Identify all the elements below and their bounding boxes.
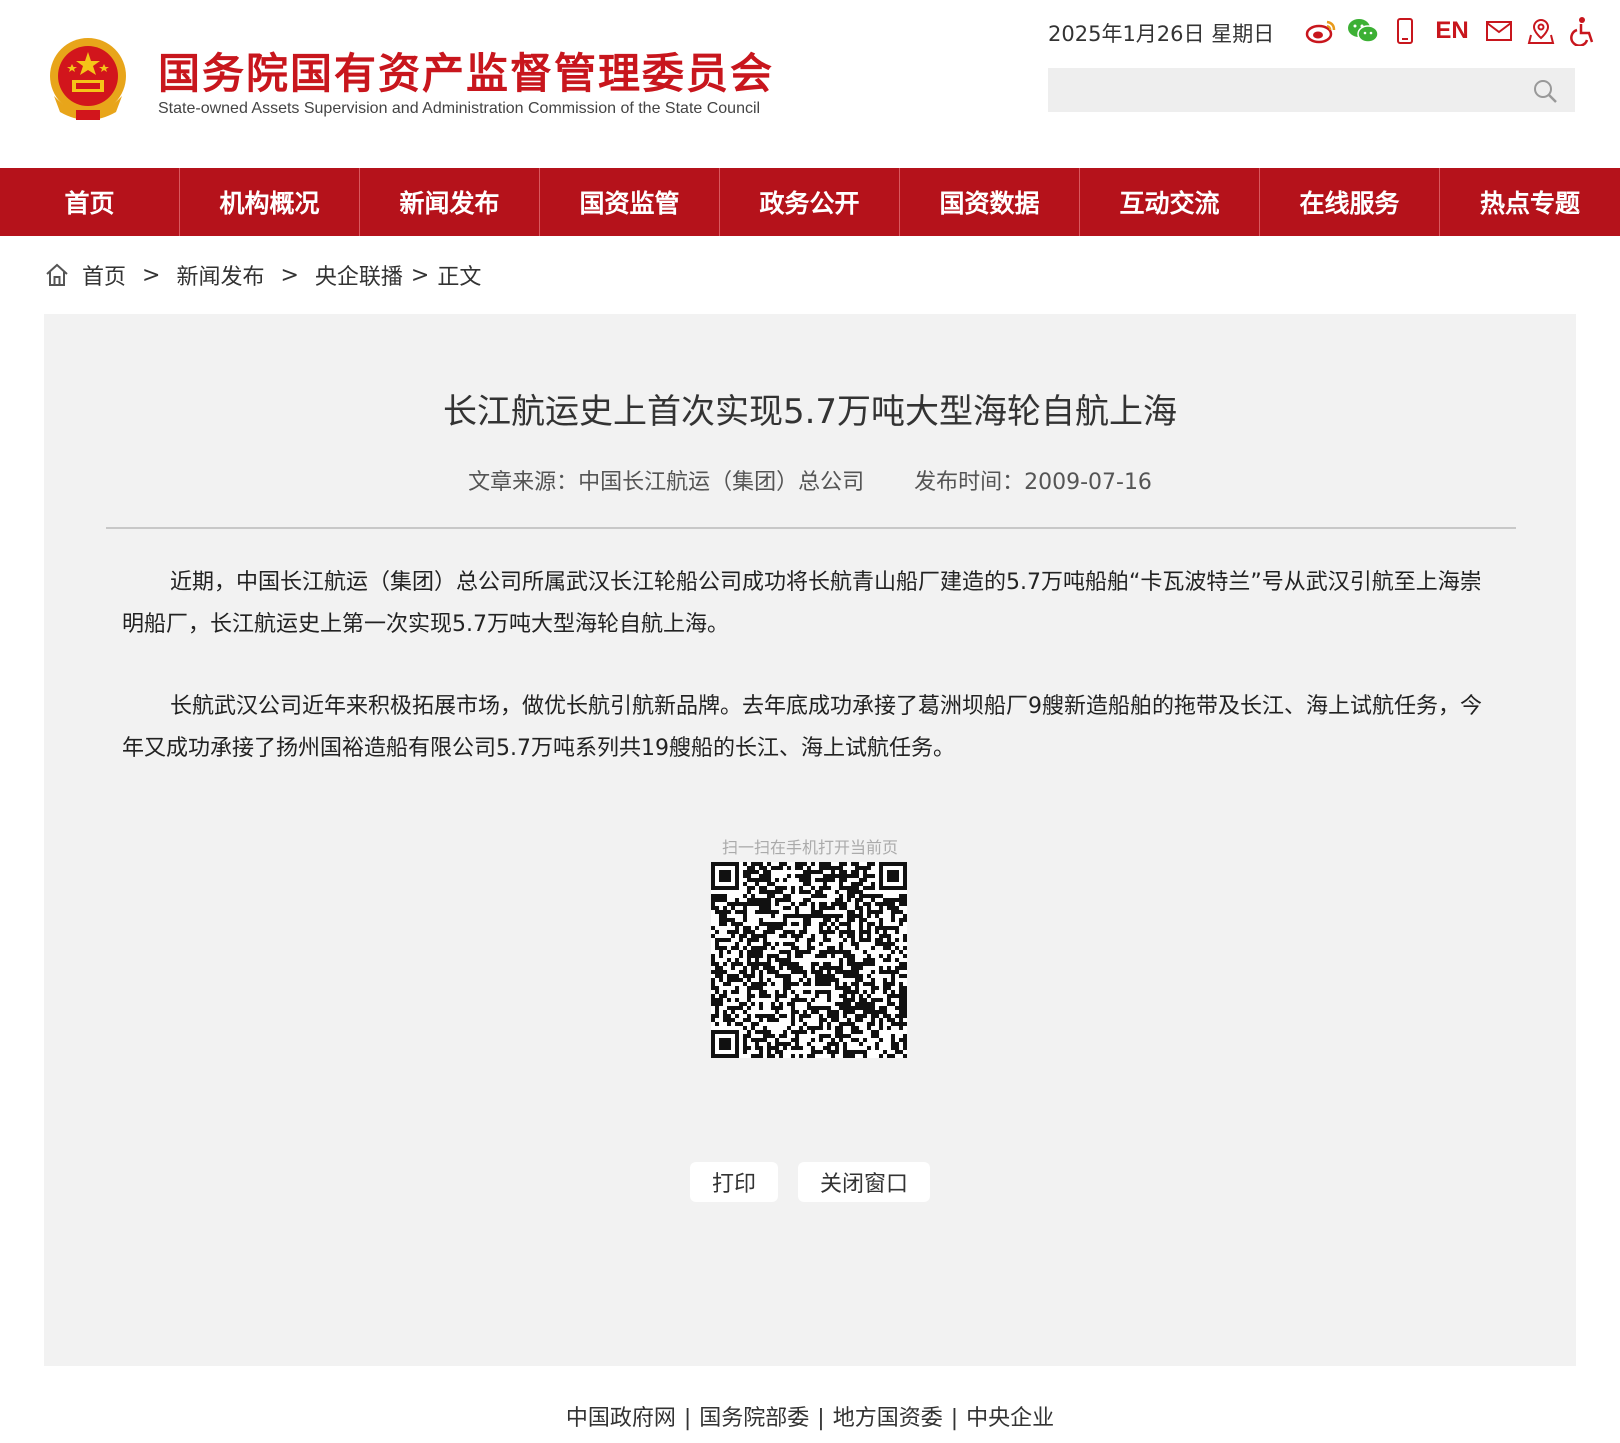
nav-item-news[interactable]: 新闻发布 <box>360 168 540 236</box>
breadcrumb-home[interactable]: 首页 <box>82 259 126 291</box>
divider <box>106 527 1516 529</box>
home-icon <box>46 263 68 286</box>
nav-item-home[interactable]: 首页 <box>0 168 180 236</box>
site-header: 国务院国有资产监督管理委员会 State-owned Assets Superv… <box>0 0 1620 168</box>
footer-link-local-sasac[interactable]: 地方国资委 <box>833 1406 943 1431</box>
footer-link-ministries[interactable]: 国务院部委 <box>699 1406 809 1431</box>
article-actions: 打印 关闭窗口 <box>44 1162 1576 1202</box>
nav-item-topics[interactable]: 热点专题 <box>1440 168 1620 236</box>
footer-link-gov[interactable]: 中国政府网 <box>566 1406 676 1431</box>
footer-separator: | <box>817 1406 825 1431</box>
breadcrumb-current: 正文 <box>437 265 482 290</box>
footer-links: 中国政府网 | 国务院部委 | 地方国资委 | 中央企业 <box>0 1400 1620 1432</box>
footer-separator: | <box>950 1406 959 1431</box>
article-paragraph: 近期，中国长江航运（集团）总公司所属武汉长江轮船公司成功将长航青山船厂建造的5.… <box>122 570 1482 637</box>
nav-item-government-affairs[interactable]: 政务公开 <box>720 168 900 236</box>
national-emblem-icon[interactable] <box>46 36 130 124</box>
nav-item-online-service[interactable]: 在线服务 <box>1260 168 1440 236</box>
nav-item-organization[interactable]: 机构概况 <box>180 168 360 236</box>
article-body: 近期，中国长江航运（集团）总公司所属武汉长江轮船公司成功将长航青山船厂建造的5.… <box>122 562 1502 810</box>
breadcrumb-news[interactable]: 新闻发布 <box>176 259 264 291</box>
article-meta: 文章来源：中国长江航运（集团）总公司 发布时间：2009-07-16 <box>44 464 1576 496</box>
map-icon[interactable] <box>1524 15 1558 47</box>
site-title[interactable]: 国务院国有资产监督管理委员会 <box>158 40 774 101</box>
search-box <box>1048 68 1575 112</box>
breadcrumb-separator: > <box>142 262 161 288</box>
article-title: 长江航运史上首次实现5.7万吨大型海轮自航上海 <box>442 392 1178 432</box>
close-window-button[interactable]: 关闭窗口 <box>798 1162 931 1202</box>
current-date: 2025年1月26日 星期日 <box>1048 22 1275 46</box>
article-date: 发布时间：2009-07-16 <box>914 470 1152 495</box>
top-links: EN <box>1304 14 1600 48</box>
weibo-icon[interactable] <box>1304 15 1338 47</box>
footer-separator: | <box>683 1406 692 1431</box>
search-icon[interactable] <box>1531 77 1559 105</box>
accessibility-icon[interactable] <box>1566 15 1600 47</box>
nav-item-interaction[interactable]: 互动交流 <box>1080 168 1260 236</box>
breadcrumb-central-enterprises[interactable]: 央企联播 <box>315 259 403 291</box>
english-link[interactable]: EN <box>1430 17 1474 45</box>
main-nav: 首页 机构概况 新闻发布 国资监管 政务公开 国资数据 互动交流 在线服务 热点… <box>0 168 1620 236</box>
mobile-icon[interactable] <box>1388 15 1422 47</box>
wechat-icon[interactable] <box>1346 15 1380 47</box>
article-source: 文章来源：中国长江航运（集团）总公司 <box>468 470 865 495</box>
article-container: 长江航运史上首次实现5.7万吨大型海轮自航上海 文章来源：中国长江航运（集团）总… <box>44 314 1576 1366</box>
site-subtitle: State-owned Assets Supervision and Admin… <box>158 100 761 117</box>
breadcrumb: 首页 > 新闻发布 > 央企联播 > 正文 <box>44 258 481 292</box>
breadcrumb-separator: > <box>410 262 430 288</box>
nav-item-data[interactable]: 国资数据 <box>900 168 1080 236</box>
print-button[interactable]: 打印 <box>689 1162 778 1202</box>
breadcrumb-separator: > <box>280 262 299 288</box>
article-paragraph: 长航武汉公司近年来积极拓展市场，做优长航引航新品牌。去年底成功承接了葛洲坝船厂9… <box>122 694 1483 761</box>
mail-icon[interactable] <box>1482 15 1516 47</box>
footer-link-central-enterprises[interactable]: 中央企业 <box>966 1406 1054 1431</box>
nav-item-supervision[interactable]: 国资监管 <box>540 168 720 236</box>
qr-label: 扫一扫在手机打开当前页 <box>721 838 898 857</box>
qr-code <box>711 862 907 1058</box>
search-input[interactable] <box>1048 68 1518 112</box>
